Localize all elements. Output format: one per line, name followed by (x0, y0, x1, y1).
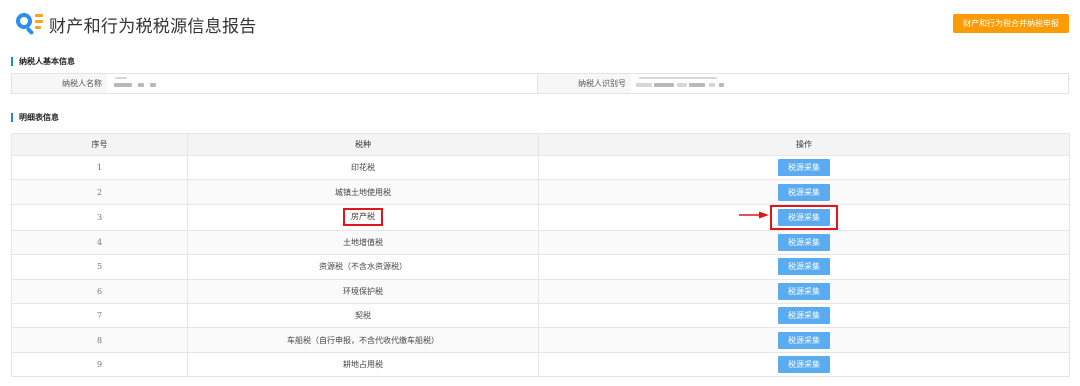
column-header-tax: 税种 (187, 133, 539, 156)
page-header: 财产和行为税税源信息报告 财产和行为税合并纳税申报 (0, 0, 1080, 48)
action-cell: 税源采集 (538, 203, 1070, 231)
table-row: 3 房产税 税源采集 (11, 203, 1070, 231)
action-cell: 税源采集 (538, 154, 1070, 181)
tax-detail-table: 序号 税种 操作 1 印花税 税源采集 2 城镇土地使用税 税源采集 3 房产税… (11, 133, 1070, 378)
table-row: 9 耕地占用税 税源采集 (11, 351, 1070, 378)
pointer-arrow-icon (739, 211, 769, 219)
tax-name: 契税 (187, 302, 539, 329)
highlight-box: 税源采集 (770, 204, 838, 230)
row-number: 4 (11, 229, 188, 256)
table-row: 2 城镇土地使用税 税源采集 (11, 179, 1070, 205)
row-number: 8 (11, 327, 188, 353)
table-header-row: 序号 税种 操作 (11, 133, 1070, 156)
row-number: 9 (11, 351, 188, 378)
page-title: 财产和行为税税源信息报告 (49, 17, 257, 37)
action-cell: 税源采集 (538, 229, 1070, 256)
collect-tax-source-button-highlighted[interactable]: 税源采集 (778, 208, 830, 226)
table-row: 6 环境保护税 税源采集 (11, 278, 1070, 304)
row-number: 7 (11, 302, 188, 329)
tax-name: 车船税（自行申报，不含代收代缴车船税） (187, 327, 539, 353)
action-cell: 税源采集 (538, 179, 1070, 205)
taxpayer-name-label: 纳税人名称 (12, 74, 107, 93)
row-number: 5 (11, 254, 188, 280)
table-row: 4 土地增值税 税源采集 (11, 229, 1070, 256)
row-number: 6 (11, 278, 188, 304)
table-row: 5 资源税（不含水资源税） 税源采集 (11, 254, 1070, 280)
row-number: 3 (11, 203, 188, 231)
action-cell: 税源采集 (538, 327, 1070, 353)
tax-name: 耕地占用税 (187, 351, 539, 378)
taxpayer-id-label: 纳税人识别号 (537, 74, 631, 93)
basic-info-section-title: 纳税人基本信息 (11, 57, 75, 66)
search-list-icon (16, 13, 43, 35)
tax-name: 城镇土地使用税 (187, 179, 539, 205)
tax-name: 印花税 (187, 154, 539, 181)
action-cell: 税源采集 (538, 302, 1070, 329)
column-header-no: 序号 (11, 133, 188, 156)
collect-tax-source-button[interactable]: 税源采集 (778, 355, 830, 373)
row-number: 2 (11, 179, 188, 205)
highlighted-tax-name: 房产税 (343, 208, 383, 227)
tax-name-cell: 房产税 (187, 203, 539, 231)
collect-tax-source-button[interactable]: 税源采集 (778, 331, 830, 349)
detail-section-title: 明细表信息 (11, 113, 59, 122)
action-cell: 税源采集 (538, 278, 1070, 304)
collect-tax-source-button[interactable]: 税源采集 (778, 183, 830, 201)
tax-name: 资源税（不含水资源税） (187, 254, 539, 280)
tax-name: 环境保护税 (187, 278, 539, 304)
collect-tax-source-button[interactable]: 税源采集 (778, 282, 830, 300)
row-number: 1 (11, 154, 188, 181)
table-row: 7 契税 税源采集 (11, 302, 1070, 329)
taxpayer-name-value (107, 74, 537, 93)
combined-filing-button[interactable]: 财产和行为税合并纳税申报 (953, 14, 1069, 33)
tax-name: 土地增值税 (187, 229, 539, 256)
taxpayer-id-value (631, 74, 1068, 93)
action-cell: 税源采集 (538, 254, 1070, 280)
collect-tax-source-button[interactable]: 税源采集 (778, 258, 830, 276)
collect-tax-source-button[interactable]: 税源采集 (778, 159, 830, 177)
action-cell: 税源采集 (538, 351, 1070, 378)
table-row: 8 车船税（自行申报，不含代收代缴车船税） 税源采集 (11, 327, 1070, 353)
collect-tax-source-button[interactable]: 税源采集 (778, 233, 830, 251)
taxpayer-info-row: 纳税人名称 纳税人识别号 (11, 73, 1069, 94)
table-row: 1 印花税 税源采集 (11, 154, 1070, 181)
column-header-action: 操作 (538, 133, 1070, 156)
collect-tax-source-button[interactable]: 税源采集 (778, 307, 830, 325)
